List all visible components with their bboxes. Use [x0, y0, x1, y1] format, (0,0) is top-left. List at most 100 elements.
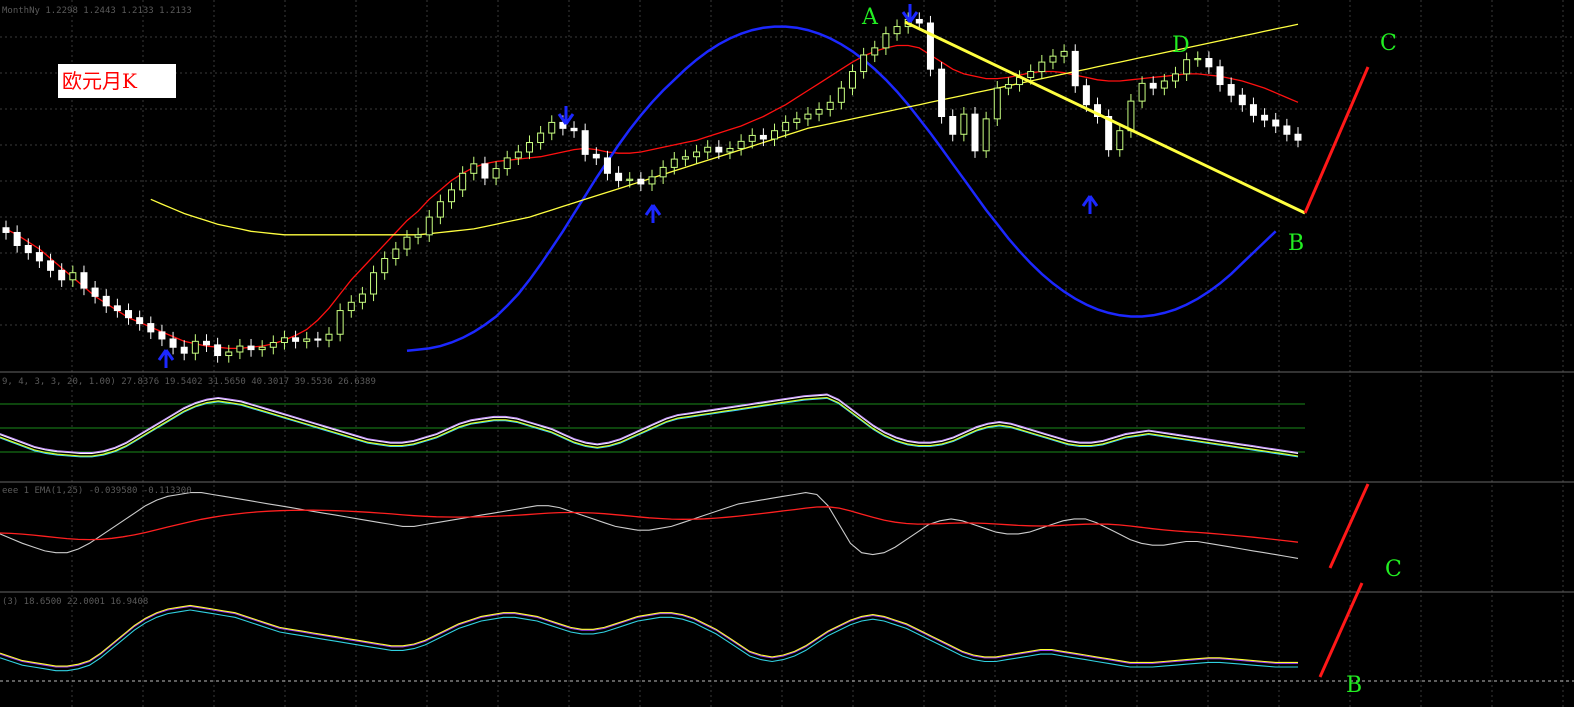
candle-body	[626, 178, 634, 181]
candle-body	[370, 272, 378, 295]
candle-body	[392, 248, 400, 260]
candle-body	[1194, 58, 1202, 61]
candle-body	[670, 158, 678, 168]
candle-body	[503, 157, 511, 170]
candle-body	[938, 68, 946, 117]
candle-body	[1249, 104, 1257, 116]
candle-body	[202, 340, 210, 346]
candle-body	[258, 346, 266, 351]
candle-body	[1082, 85, 1090, 106]
label-c: C	[1380, 31, 1397, 56]
candle-body	[1238, 94, 1246, 106]
candle-body	[13, 231, 21, 246]
macd-panel-header: eee 1 EMA(1,25) -0.039580 -0.113300	[2, 486, 192, 496]
candle-body	[704, 146, 712, 153]
candle-body	[1038, 61, 1046, 73]
label-d: D	[1172, 33, 1190, 58]
candle-body	[1183, 59, 1191, 75]
candle-body	[860, 54, 868, 73]
candle-body	[425, 216, 433, 236]
candle-body	[470, 163, 478, 174]
candle-body	[403, 236, 411, 250]
candle-body	[893, 26, 901, 35]
candle-body	[659, 166, 667, 178]
candle-body	[603, 157, 611, 174]
indicator-line	[0, 604, 1298, 667]
candle-body	[191, 340, 199, 354]
candle-body	[570, 127, 578, 132]
candle-body	[236, 345, 244, 353]
grid	[0, 0, 1574, 707]
candle-body	[436, 201, 444, 218]
candle-body	[247, 345, 255, 351]
candle-body	[804, 113, 812, 120]
label-b: B	[1288, 231, 1304, 256]
label-b-lower: B	[1346, 673, 1362, 698]
chart-title-label: 欧元月K	[58, 64, 176, 98]
candle-body	[548, 121, 556, 134]
candle-body	[848, 71, 856, 89]
candle-body	[69, 272, 77, 281]
candle-body	[347, 301, 355, 312]
candle-body	[1216, 66, 1224, 86]
candle-body	[525, 142, 533, 153]
candle-body	[24, 244, 32, 254]
candle-body	[1227, 84, 1235, 96]
candle-body	[314, 338, 322, 341]
candle-body	[615, 172, 623, 181]
candle-body	[292, 337, 300, 342]
candle-body	[414, 234, 422, 238]
candle-body	[1261, 114, 1269, 121]
candle-body	[102, 295, 110, 307]
candle-body	[759, 134, 767, 140]
label-a: A	[861, 5, 879, 30]
candle-body	[915, 18, 923, 24]
candle-body	[1294, 133, 1302, 141]
candle-body	[1116, 130, 1124, 151]
candle-body	[737, 140, 745, 149]
chart-stage: MonthNy 1.2298 1.2443 1.2133 1.2133 9, 4…	[0, 0, 1574, 707]
candle-body	[1272, 119, 1280, 127]
candle-body	[269, 342, 277, 348]
candle-body	[125, 310, 133, 319]
candle-body	[693, 151, 701, 158]
candle-body	[1027, 71, 1035, 78]
candle-body	[214, 344, 222, 357]
candle-body	[1171, 73, 1179, 82]
fractal-up-arrow	[1081, 195, 1099, 214]
candle-body	[47, 260, 55, 271]
price-panel-header: MonthNy 1.2298 1.2443 1.2133 1.2133	[2, 6, 192, 16]
candle-body	[1138, 82, 1146, 102]
projection-line-rsi	[1318, 582, 1364, 678]
candle-body	[637, 178, 645, 185]
candle-body	[180, 346, 188, 354]
stochastic-panel-header: 9, 4, 3, 3, 20, 1.00) 27.8376 19.5402 31…	[2, 377, 376, 387]
candle-body	[1060, 50, 1068, 57]
candle-body	[837, 87, 845, 103]
fractal-up-arrow	[644, 204, 662, 223]
candle-body	[80, 272, 88, 289]
candle-body	[136, 317, 144, 325]
candle-body	[882, 33, 890, 49]
candle-body	[459, 172, 467, 191]
candle-body	[280, 337, 288, 344]
price-panel	[2, 12, 1302, 363]
macd-signal-line	[0, 506, 1299, 543]
candle-body	[782, 121, 790, 132]
candle-body	[1149, 82, 1157, 89]
candle-body	[771, 130, 779, 140]
candle-body	[1049, 55, 1057, 63]
candle-body	[169, 338, 177, 348]
candle-body	[158, 331, 166, 340]
candle-body	[358, 293, 366, 303]
candle-body	[91, 287, 99, 297]
candle-body	[993, 87, 1001, 120]
candle-body	[1071, 50, 1079, 87]
candle-body	[537, 132, 545, 144]
candle-body	[1160, 80, 1168, 89]
candle-body	[113, 305, 121, 312]
indicator-line	[0, 609, 1298, 672]
candle-body	[325, 333, 333, 341]
indicator-line	[0, 492, 1299, 559]
candle-body	[926, 22, 934, 70]
